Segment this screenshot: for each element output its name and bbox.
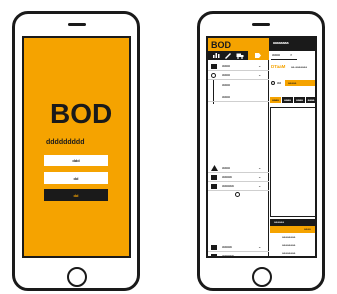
bottom-action-label: aaaa: [304, 227, 311, 231]
sidebar-item-label: aaaa: [222, 95, 230, 99]
search-value: aaaa: [272, 53, 280, 57]
bottom-bar: aaaaaa: [270, 219, 315, 226]
sidebar-subitem-0[interactable]: aaaa: [208, 81, 269, 90]
login-button-three[interactable]: dd: [44, 189, 108, 201]
calendar-icon: [211, 245, 217, 250]
speaker-right: [252, 23, 270, 26]
phone-right: BOD aaaaaaaa aaaa ⌄ aaaa ⌄ aaaa aaaa aaa…: [197, 11, 325, 291]
close-icon[interactable]: ×: [290, 53, 292, 57]
filter-row[interactable]: aa aaaaa: [270, 80, 315, 87]
app-screen: BOD aaaaaaaa aaaa ⌄ aaaa ⌄ aaaa aaaa aaa…: [206, 36, 317, 258]
phone-left: BOD ddddddddd ddd dd dd: [12, 11, 140, 291]
sidebar-item-label: aaaa: [222, 64, 230, 68]
chevron-down-icon: ⌄: [258, 72, 262, 77]
calendar-icon: [211, 175, 217, 180]
sidebar-header: BOD: [208, 38, 269, 51]
home-button-right[interactable]: [252, 267, 272, 287]
sidebar-item-6[interactable]: aaaaaa ⌄: [208, 182, 269, 191]
tab-0[interactable]: aaaa: [270, 97, 281, 103]
chevron-down-icon: ⌄: [258, 63, 262, 68]
search-field[interactable]: aaaa ×: [271, 53, 297, 60]
sidebar-item-5[interactable]: aaaaa ⌄: [208, 173, 269, 182]
chevron-down-icon: ⌄: [258, 253, 262, 258]
sidebar-item-label: aaaaa: [222, 245, 232, 249]
login-screen: BOD ddddddddd ddd dd dd: [22, 36, 131, 258]
sidebar-footer-item-1[interactable]: aaaaaa ⌄: [208, 252, 269, 258]
header-title: aaaaaaaa: [273, 41, 289, 45]
sidebar-toolbar: [208, 51, 269, 60]
chevron-down-icon: ⌄: [258, 174, 262, 179]
chevron-down-icon: ⌄: [258, 183, 262, 188]
chevron-down-icon: ⌄: [258, 244, 262, 249]
chart-icon[interactable]: [212, 52, 220, 59]
panel-title: DTaaM: [271, 64, 286, 69]
login-button-two[interactable]: dd: [44, 172, 108, 184]
list-item[interactable]: aaaaaaaa: [282, 236, 295, 239]
content-area: [270, 107, 315, 217]
sidebar-item-label: aaaaaa: [222, 184, 234, 188]
clock-icon: [211, 73, 216, 78]
sidebar-item-label: aaaaa: [222, 175, 232, 179]
list-item[interactable]: aaaaaaaa: [282, 244, 295, 247]
sidebar-item-4[interactable]: aaaa ⌄: [208, 164, 269, 173]
sidebar-subitem-1[interactable]: aaaa: [208, 93, 269, 102]
image-icon: [211, 254, 217, 256]
bottom-action[interactable]: aaaa: [270, 226, 315, 233]
filter-value: aaaaa: [288, 80, 297, 85]
warning-icon: [211, 165, 218, 171]
sidebar-item-0[interactable]: aaaa ⌄: [208, 62, 269, 71]
toolbar-active-tile[interactable]: [248, 51, 269, 60]
expand-icon[interactable]: [235, 192, 240, 197]
tag-icon: [255, 53, 261, 58]
home-button-left[interactable]: [67, 267, 87, 287]
chevron-down-icon: ⌄: [258, 165, 262, 170]
sidebar-logo: BOD: [211, 40, 231, 50]
image-icon: [211, 184, 217, 189]
top-header: aaaaaaaa: [269, 38, 315, 51]
sidebar: aaaa ⌄ aaaa ⌄ aaaa aaaa aaaa ⌄ aaaaa ⌄ a…: [208, 60, 269, 258]
tabs-bar: aaaa aaaa aaaa aaaa: [270, 96, 315, 104]
speaker-left: [68, 23, 86, 26]
radio-icon[interactable]: [271, 81, 275, 85]
login-button-one[interactable]: ddd: [44, 155, 108, 166]
laptop-icon: [211, 64, 217, 69]
pen-icon[interactable]: [224, 52, 232, 59]
sidebar-item-label: aaaaaa: [222, 254, 234, 258]
filter-value-box[interactable]: aaaaa: [285, 80, 315, 86]
sidebar-item-label: aaaa: [222, 83, 230, 87]
sidebar-item-label: aaaa: [222, 166, 230, 170]
sidebar-item-label: aaaa: [222, 73, 230, 77]
app-logo: BOD: [50, 98, 113, 129]
panel-value: aa-aaaaaaa: [291, 65, 308, 69]
tab-2[interactable]: aaaa: [294, 97, 305, 103]
tagline: ddddddddd: [46, 139, 85, 146]
sidebar-footer-item-0[interactable]: aaaaa ⌄: [208, 243, 269, 252]
tab-3[interactable]: aaaa: [306, 97, 315, 103]
truck-icon[interactable]: [236, 52, 244, 59]
list-item[interactable]: aaaaaaaa: [282, 252, 295, 255]
tab-1[interactable]: aaaa: [282, 97, 293, 103]
bottom-bar-label: aaaaaa: [274, 220, 285, 224]
filter-label: aa: [277, 81, 281, 85]
sidebar-item-1[interactable]: aaaa ⌄: [208, 71, 269, 80]
